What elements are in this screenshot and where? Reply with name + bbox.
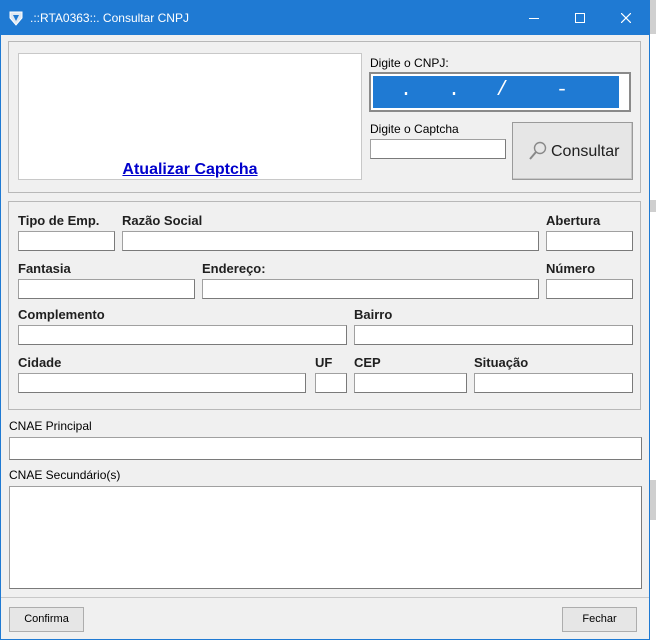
title-bar[interactable]: .::RTA0363::. Consultar CNPJ (1, 1, 649, 35)
cnpj-label: Digite o CNPJ: (370, 56, 449, 70)
uf-field[interactable] (315, 373, 347, 393)
background-window-edge (650, 480, 656, 520)
cnae-secundario-memo[interactable] (9, 486, 642, 589)
app-logo-icon[interactable] (8, 10, 24, 26)
razao-social-label: Razão Social (122, 213, 203, 228)
numero-field[interactable] (546, 279, 633, 299)
endereco-field[interactable] (202, 279, 539, 299)
cnpj-search-panel: Atualizar Captcha Digite o CNPJ: . . / -… (8, 41, 641, 193)
fantasia-label: Fantasia (18, 261, 71, 276)
background-window-edge (650, 200, 656, 212)
cnae-secundario-label: CNAE Secundário(s) (9, 468, 121, 482)
consultar-button[interactable]: Consultar (512, 122, 633, 180)
search-icon (529, 141, 547, 160)
situacao-label: Situação (474, 355, 529, 370)
endereco-label: Endereço: (202, 261, 266, 276)
cidade-label: Cidade (18, 355, 62, 370)
consultar-cnpj-window: .::RTA0363::. Consultar CNPJ Atualizar C… (0, 0, 650, 640)
captcha-label: Digite o Captcha (370, 122, 459, 136)
uf-label: UF (315, 355, 333, 370)
situacao-field[interactable] (474, 373, 633, 393)
fantasia-field[interactable] (18, 279, 195, 299)
confirma-button[interactable]: Confirma (9, 607, 84, 632)
complemento-field[interactable] (18, 325, 347, 345)
company-data-panel: Tipo de Emp. Razão Social Abertura Fanta… (8, 201, 641, 410)
background-window-edge (650, 0, 656, 34)
close-icon (621, 13, 631, 23)
consultar-label: Consultar (551, 143, 620, 160)
cidade-field[interactable] (18, 373, 306, 393)
minimize-icon (529, 18, 539, 19)
cnae-principal-field[interactable] (9, 437, 642, 460)
abertura-label: Abertura (546, 213, 601, 228)
tipo-emp-field[interactable] (18, 231, 115, 251)
maximize-icon (575, 13, 585, 23)
cep-label: CEP (354, 355, 381, 370)
complemento-label: Complemento (18, 307, 105, 322)
cnae-principal-label: CNAE Principal (9, 419, 92, 433)
cnpj-mask-selection[interactable]: . . / - (373, 76, 619, 108)
abertura-field[interactable] (546, 231, 633, 251)
bairro-label: Bairro (354, 307, 393, 322)
fechar-button[interactable]: Fechar (562, 607, 637, 632)
bairro-field[interactable] (354, 325, 633, 345)
razao-social-field[interactable] (122, 231, 539, 251)
close-button[interactable] (603, 1, 649, 35)
maximize-button[interactable] (557, 1, 603, 35)
minimize-button[interactable] (511, 1, 557, 35)
cep-field[interactable] (354, 373, 467, 393)
footer-separator (1, 597, 649, 598)
cnpj-field[interactable]: . . / - (369, 72, 631, 112)
tipo-emp-label: Tipo de Emp. (18, 213, 100, 228)
captcha-input[interactable] (370, 139, 506, 159)
captcha-image: Atualizar Captcha (18, 53, 362, 180)
refresh-captcha-link[interactable]: Atualizar Captcha (19, 161, 361, 179)
numero-label: Número (546, 261, 596, 276)
window-title: .::RTA0363::. Consultar CNPJ (30, 11, 189, 25)
